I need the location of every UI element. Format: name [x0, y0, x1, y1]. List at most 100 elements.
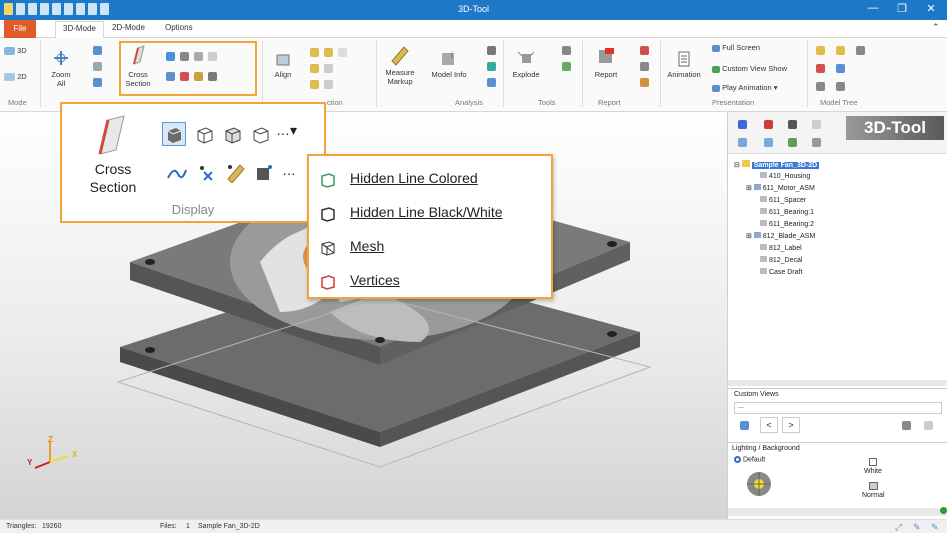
custom-view-save-icon[interactable] [902, 421, 911, 430]
report-b-icon[interactable] [640, 62, 649, 71]
menu-item-hidden-line-colored[interactable]: Hidden Line Colored [309, 162, 551, 196]
hidden-line-cube-icon[interactable] [250, 123, 272, 145]
window-title: 3D-Tool [457, 4, 489, 14]
zoom-all-button[interactable]: Zoom All [47, 48, 75, 88]
view-front-icon[interactable] [310, 48, 319, 57]
play-animation-button[interactable]: Play Animation ▾ [712, 83, 778, 92]
tab-3d-mode[interactable]: 3D-Mode [55, 21, 104, 38]
minimize-button[interactable]: — [862, 2, 884, 14]
lighting-default-radio[interactable]: Default [734, 456, 765, 463]
menu-item-vertices[interactable]: Vertices [309, 264, 551, 298]
report-c-icon[interactable] [640, 78, 649, 87]
cross-section-large-icon[interactable] [94, 114, 130, 158]
tree-b-icon[interactable] [836, 46, 845, 55]
display-mode-menu: Hidden Line Colored Hidden Line Black/Wh… [307, 154, 553, 299]
tree-e-icon[interactable] [836, 64, 845, 73]
custom-view-show-button[interactable]: Custom View Show [712, 64, 787, 73]
weight-icon[interactable] [487, 62, 496, 71]
tab-file[interactable]: File [4, 20, 36, 38]
full-screen-button[interactable]: Full Screen [712, 43, 760, 52]
custom-view-next-button[interactable]: > [782, 417, 800, 433]
restore-button[interactable]: ❐ [891, 2, 913, 15]
model-info-button[interactable]: i Model Info [428, 48, 470, 79]
curve-icon-large[interactable] [166, 166, 188, 182]
tree-frame-icon[interactable] [788, 120, 797, 129]
tree-item[interactable]: 611_Bearing:1 [760, 208, 814, 216]
tree-item[interactable]: 611_Spacer [760, 196, 806, 204]
triangles-label: Triangles: [6, 523, 37, 530]
close-button[interactable]: ✕ [920, 2, 942, 15]
tools-b-icon[interactable] [562, 62, 571, 71]
custom-views-select[interactable]: ... [734, 402, 942, 414]
tree-delete-icon[interactable] [764, 120, 773, 129]
ruler-icon-large[interactable] [226, 163, 246, 183]
tree-item[interactable]: 812_Decal [760, 256, 802, 264]
menu-item-hidden-line-bw[interactable]: Hidden Line Black/White [309, 196, 551, 230]
status-pen-icon[interactable]: ✎ [913, 522, 921, 533]
tree-g-icon[interactable] [836, 82, 845, 91]
mode-2d-button[interactable]: 2D [4, 72, 27, 82]
menu-item-mesh[interactable]: Mesh [309, 230, 551, 264]
tree-f-icon[interactable] [816, 82, 825, 91]
tree-c-icon[interactable] [856, 46, 865, 55]
tree-d-icon[interactable] [816, 64, 825, 73]
tree-item[interactable]: Case Draft [760, 268, 802, 276]
view-right-icon[interactable] [324, 64, 333, 73]
display-more-dropdown[interactable]: …▾ [276, 122, 297, 139]
tree-hide-icon[interactable] [812, 120, 821, 129]
tree-item[interactable]: ⊞ 812_Blade_ASM [746, 232, 815, 240]
rotate-icon[interactable] [93, 46, 102, 55]
view-iso-icon[interactable] [310, 80, 319, 89]
view-back-icon[interactable] [324, 48, 333, 57]
cross-section-label[interactable]: Cross Section [74, 160, 152, 196]
zoom-icon[interactable] [93, 78, 102, 87]
measure-markup-button[interactable]: Measure Markup [380, 44, 420, 86]
background-normal-option[interactable]: Normal [862, 482, 885, 499]
mode-3d-button[interactable]: 3D [4, 46, 27, 56]
view-left-icon[interactable] [310, 64, 319, 73]
panel-bottom-scroll[interactable] [728, 508, 947, 516]
custom-view-prev-button[interactable]: < [760, 417, 778, 433]
volume-icon[interactable] [487, 78, 496, 87]
tree-item[interactable]: 812_Label [760, 244, 802, 252]
align-button[interactable]: Align [266, 52, 300, 79]
tab-options[interactable]: Options [165, 23, 193, 32]
collapse-ribbon-icon[interactable]: ⌃ [932, 22, 940, 33]
wireframe-cube-icon[interactable] [222, 123, 244, 145]
status-edit-icon[interactable]: ⤢ [895, 522, 902, 533]
view-top-icon[interactable] [338, 48, 347, 57]
tree-expand-icon[interactable] [738, 138, 747, 147]
view-bottom-icon[interactable] [324, 80, 333, 89]
panel-scrollbar[interactable] [728, 380, 947, 386]
shaded-edges-cube-icon[interactable] [194, 123, 216, 145]
tools-more-dropdown[interactable]: … [282, 162, 296, 178]
tree-item[interactable]: 410_Housing [760, 172, 810, 180]
background-white-option[interactable]: White [864, 458, 882, 475]
pan-icon[interactable] [93, 62, 102, 71]
custom-view-delete-icon[interactable] [924, 421, 933, 430]
compare-icon[interactable] [487, 46, 496, 55]
explode-button[interactable]: Explode [508, 48, 544, 79]
tree-item-root[interactable]: ⊟ Sample Fan_3D-2D [734, 160, 820, 169]
custom-view-camera-icon[interactable] [740, 421, 749, 430]
tab-2d-mode[interactable]: 2D-Mode [112, 23, 145, 32]
custom-views-title: Custom Views [734, 391, 779, 398]
report-button[interactable]: Report [590, 46, 622, 79]
tree-item[interactable]: ⊞ 611_Motor_ASM [746, 184, 815, 192]
lighting-sphere-icon[interactable] [744, 469, 774, 499]
status-brush-icon[interactable]: ✎ [931, 522, 939, 533]
animation-button[interactable]: Animation [664, 50, 704, 79]
tree-more-icon[interactable] [812, 138, 821, 147]
tools-a-icon[interactable] [562, 46, 571, 55]
ribbon-tabs: File 3D-Mode 2D-Mode Options ⌃ [0, 20, 947, 38]
tree-collapse-icon[interactable] [764, 138, 773, 147]
tree-eye-icon[interactable] [738, 120, 747, 129]
report-a-icon[interactable] [640, 46, 649, 55]
display-shaded-zoom-button[interactable] [162, 122, 186, 146]
nodes-icon-large[interactable] [254, 163, 274, 183]
tree-item[interactable]: 611_Bearing:2 [760, 220, 814, 228]
tree-a-icon[interactable] [816, 46, 825, 55]
ruler-icon [391, 46, 409, 66]
points-icon-large[interactable] [198, 164, 216, 182]
tree-check-icon[interactable] [788, 138, 797, 147]
